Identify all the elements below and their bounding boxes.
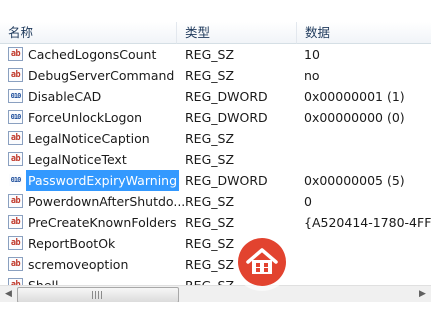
reg-dword-icon: 010 <box>8 89 23 103</box>
value-data: 0 <box>304 194 312 209</box>
table-row[interactable]: ab ReportBootOk REG_SZ <box>0 233 431 254</box>
value-name[interactable]: LegalNoticeText <box>26 149 129 170</box>
table-row[interactable]: ab PreCreateKnownFolders REG_SZ {A5204⁠⁠⁠⁠⁠… <box>0 212 431 233</box>
value-name[interactable]: scremoveoption <box>26 254 130 275</box>
value-name[interactable]: PasswordExpiryWarning <box>26 170 180 191</box>
value-name[interactable]: ReportBootOk <box>26 233 117 254</box>
value-type: REG_SZ <box>185 215 235 230</box>
bottom-edge <box>0 302 431 309</box>
value-name[interactable]: LegalNoticeCaption <box>26 128 152 149</box>
reg-string-icon: ab <box>8 236 23 250</box>
column-header-name[interactable]: 名称 <box>0 22 177 44</box>
reg-dword-icon: 010 <box>8 110 23 124</box>
value-name[interactable]: DisableCAD <box>26 86 103 107</box>
reg-dword-icon: 010 <box>8 173 23 187</box>
table-row[interactable]: ab PowerdownAfterShutdo... REG_SZ 0 <box>0 191 431 212</box>
value-type: REG_SZ <box>185 152 235 167</box>
value-data: no <box>304 68 320 83</box>
table-row[interactable]: ab DebugServerCommand REG_SZ no <box>0 65 431 86</box>
value-data: 0x00000005 (5) <box>304 173 405 188</box>
value-data: {A5204⁠⁠⁠⁠⁠⁠⁠⁠⁠⁠⁠⁠⁠⁠⁠⁠⁠⁠⁠⁠1⁠4-1780-4FF6 <box>304 215 431 230</box>
table-row[interactable]: ab LegalNoticeText REG_SZ <box>0 149 431 170</box>
value-name[interactable]: DebugServerCommand <box>26 65 176 86</box>
list-header: 名称 类型 数据 <box>0 0 431 44</box>
table-row[interactable]: ab scremoveoption REG_SZ <box>0 254 431 275</box>
value-type: REG_SZ <box>185 68 235 83</box>
value-name[interactable]: PreCreateKnownFolders <box>26 212 178 233</box>
horizontal-scrollbar[interactable]: ◀ ▶ <box>0 285 431 303</box>
reg-string-icon: ab <box>8 215 23 229</box>
scroll-right-arrow-icon[interactable]: ▶ <box>414 286 431 303</box>
value-type: REG_SZ <box>185 47 235 62</box>
value-type: REG_DWORD <box>185 89 268 104</box>
value-type: REG_DWORD <box>185 110 268 125</box>
value-type: REG_SZ <box>185 194 235 209</box>
value-type: REG_SZ <box>185 236 235 251</box>
value-data: 0x00000001 (1) <box>304 89 405 104</box>
table-row[interactable]: 010 DisableCAD REG_DWORD 0x00000001 (1) <box>0 86 431 107</box>
home-logo-icon <box>233 233 291 291</box>
value-type: REG_SZ <box>185 257 235 272</box>
column-header-data[interactable]: 数据 <box>297 22 431 44</box>
reg-string-icon: ab <box>8 47 23 61</box>
scroll-left-arrow-icon[interactable]: ◀ <box>0 286 17 303</box>
table-row[interactable]: ab LegalNoticeCaption REG_SZ <box>0 128 431 149</box>
value-name[interactable]: ForceUnlockLogon <box>26 107 144 128</box>
table-row[interactable]: 010 ForceUnlockLogon REG_DWORD 0x00000000 (… <box>0 107 431 128</box>
reg-string-icon: ab <box>8 68 23 82</box>
table-row[interactable]: ab CachedLogonsCount REG_SZ 10 <box>0 44 431 65</box>
value-type: REG_SZ <box>185 131 235 146</box>
value-data: 10 <box>304 47 320 62</box>
reg-string-icon: ab <box>8 257 23 271</box>
reg-string-icon: ab <box>8 152 23 166</box>
reg-string-icon: ab <box>8 194 23 208</box>
table-row[interactable]: 010 PasswordExpiryWarning REG_DWORD 0x00000… <box>0 170 431 191</box>
value-name[interactable]: CachedLogonsCount <box>26 44 158 65</box>
value-name[interactable]: PowerdownAfterShutdo... <box>26 191 187 212</box>
scrollbar-thumb[interactable] <box>17 287 179 303</box>
value-type: REG_DWORD <box>185 173 268 188</box>
column-header-type[interactable]: 类型 <box>177 22 297 44</box>
reg-string-icon: ab <box>8 131 23 145</box>
scrollbar-grip-icon <box>92 291 102 299</box>
value-data: 0x00000000 (0) <box>304 110 405 125</box>
